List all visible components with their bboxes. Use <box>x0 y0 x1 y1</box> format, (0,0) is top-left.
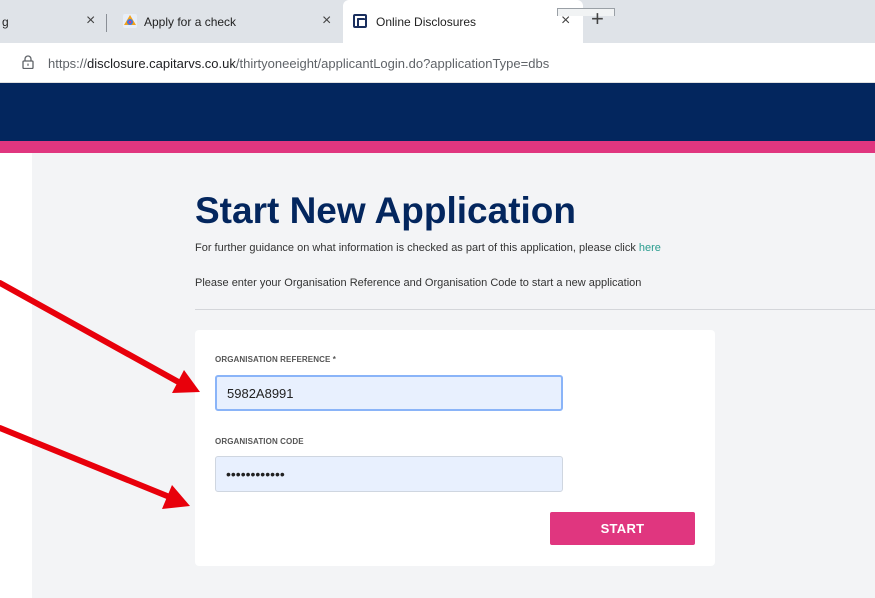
guidance-sentence: For further guidance on what information… <box>195 242 639 254</box>
tab-previous[interactable]: g × <box>0 0 120 43</box>
tab-label: Apply for a check <box>144 15 237 29</box>
org-code-label: ORGANISATION CODE <box>215 437 304 446</box>
site-header-bar <box>0 83 875 141</box>
lock-icon[interactable] <box>22 55 34 69</box>
application-form-card: ORGANISATION REFERENCE * ORGANISATION CO… <box>195 330 715 566</box>
tab-label: Online Disclosures <box>376 15 477 29</box>
tab-separator <box>106 14 107 32</box>
site-header-stripe <box>0 141 875 153</box>
address-bar[interactable]: https://disclosure.capitarvs.co.uk/thirt… <box>0 43 875 83</box>
tab-hover-tooltip <box>557 8 615 16</box>
tab-close-icon[interactable]: × <box>86 12 95 30</box>
url-domain: disclosure.capitarvs.co.uk <box>87 56 236 71</box>
new-tab-icon[interactable]: + <box>591 6 604 32</box>
instruction-text: Please enter your Organisation Reference… <box>195 277 642 289</box>
capita-favicon-icon <box>353 14 367 28</box>
url-prefix: https:// <box>48 56 88 71</box>
url-text[interactable]: https://disclosure.capitarvs.co.uk/thirt… <box>48 56 549 71</box>
org-reference-input[interactable] <box>215 375 563 411</box>
tab-online-disclosures[interactable]: Online Disclosures × <box>343 0 583 43</box>
guidance-text: For further guidance on what information… <box>195 242 661 254</box>
org-code-input[interactable] <box>215 456 563 492</box>
tab-close-icon[interactable]: × <box>322 12 331 30</box>
start-button[interactable]: START <box>550 512 695 545</box>
section-divider <box>195 309 875 310</box>
apply-favicon-icon <box>123 14 137 28</box>
url-path: /thirtyoneeight/applicantLogin.do?applic… <box>235 56 550 71</box>
org-reference-label: ORGANISATION REFERENCE * <box>215 355 336 364</box>
browser-tab-bar: g × Apply for a check × Online Disclosur… <box>0 0 875 43</box>
tab-apply-for-a-check[interactable]: Apply for a check × <box>112 0 340 43</box>
page-title: Start New Application <box>195 190 577 231</box>
guidance-here-link[interactable]: here <box>639 242 661 254</box>
tab-label: g <box>2 15 9 29</box>
